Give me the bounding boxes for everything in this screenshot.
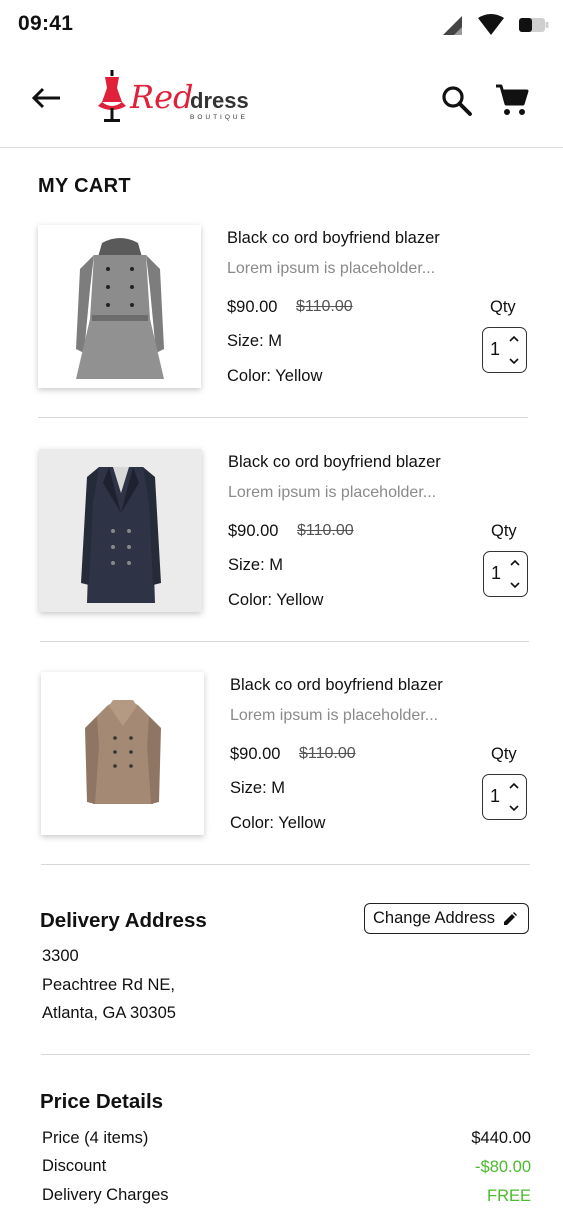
quantity-stepper[interactable]: 1 — [482, 327, 527, 373]
change-address-label: Change Address — [373, 909, 496, 927]
qty-value: 1 — [490, 339, 501, 359]
qty-label: Qty — [491, 522, 517, 540]
item-size: Size: M — [230, 779, 286, 797]
item-description: Lorem ipsum is placeholder... — [228, 484, 437, 501]
shopping-cart-icon — [496, 84, 529, 115]
item-description: Lorem ipsum is placeholder... — [230, 707, 439, 724]
item-color: Color: Yellow — [230, 814, 326, 832]
discount-value: -$80.00 — [475, 1158, 531, 1176]
item-size: Size: M — [228, 556, 284, 574]
brand-logo: Red dress BOUTIQUE — [94, 70, 254, 130]
logo-word-red: Red — [130, 78, 194, 116]
item-price: $90.00 — [228, 522, 279, 540]
discount-label: Discount — [42, 1157, 107, 1175]
dress-mannequin-icon — [98, 70, 126, 122]
qty-label: Qty — [491, 745, 517, 763]
chevron-up-icon[interactable] — [508, 333, 520, 345]
price-label: Price (4 items) — [42, 1129, 149, 1147]
search-button[interactable] — [440, 84, 474, 118]
address-line: 3300 — [42, 947, 79, 965]
item-name[interactable]: Black co ord boyfriend blazer — [228, 453, 441, 472]
back-button[interactable] — [28, 80, 64, 116]
logo-word-boutique: BOUTIQUE — [190, 114, 248, 121]
wifi-icon — [478, 14, 504, 35]
cart-item: Black co ord boyfriend blazer Lorem ipsu… — [41, 672, 533, 864]
search-icon — [442, 86, 472, 116]
signal-icon — [443, 16, 462, 35]
logo-word-dress: dress — [190, 88, 249, 113]
status-bar: 09:41 — [0, 0, 563, 52]
item-name[interactable]: Black co ord boyfriend blazer — [230, 676, 443, 695]
item-price: $90.00 — [227, 298, 278, 316]
battery-icon — [519, 18, 549, 32]
price-value: $440.00 — [471, 1129, 531, 1147]
chevron-down-icon[interactable] — [508, 355, 520, 367]
item-color: Color: Yellow — [227, 367, 323, 385]
cart-title: MY CART — [38, 175, 131, 197]
quantity-stepper[interactable]: 1 — [482, 774, 527, 820]
cart-item: Black co ord boyfriend blazer Lorem ipsu… — [38, 225, 530, 417]
quantity-stepper[interactable]: 1 — [483, 551, 528, 597]
chevron-down-icon[interactable] — [508, 802, 520, 814]
divider — [41, 864, 530, 865]
grey-peacoat-image[interactable] — [38, 225, 201, 388]
navy-blazer-image[interactable] — [39, 449, 202, 612]
qty-label: Qty — [490, 298, 516, 316]
item-old-price: $110.00 — [296, 298, 353, 315]
chevron-down-icon[interactable] — [509, 579, 521, 591]
item-color: Color: Yellow — [228, 591, 324, 609]
cart-item: Black co ord boyfriend blazer Lorem ipsu… — [39, 449, 531, 641]
qty-value: 1 — [491, 563, 502, 583]
address-line: Atlanta, GA 30305 — [42, 1004, 176, 1022]
app-header: Red dress BOUTIQUE — [0, 52, 563, 148]
delivery-address-heading: Delivery Address — [40, 909, 207, 932]
status-icons — [441, 14, 549, 36]
item-old-price: $110.00 — [299, 745, 356, 762]
address-line: Peachtree Rd NE, — [42, 976, 175, 994]
change-address-button[interactable]: Change Address — [364, 903, 529, 934]
item-price: $90.00 — [230, 745, 281, 763]
chevron-up-icon[interactable] — [509, 557, 521, 569]
price-details-heading: Price Details — [40, 1090, 164, 1113]
qty-value: 1 — [490, 786, 501, 806]
divider — [41, 1054, 530, 1055]
arrow-left-icon — [31, 87, 60, 109]
cart-button[interactable] — [494, 82, 530, 118]
item-name[interactable]: Black co ord boyfriend blazer — [227, 229, 440, 248]
item-description: Lorem ipsum is placeholder... — [227, 260, 436, 277]
pencil-icon — [504, 911, 518, 925]
item-size: Size: M — [227, 332, 283, 350]
delivery-charges-label: Delivery Charges — [42, 1186, 169, 1204]
divider — [38, 417, 528, 418]
tan-jacket-image[interactable] — [41, 672, 204, 835]
divider — [40, 641, 529, 642]
delivery-charges-value: FREE — [486, 1187, 531, 1205]
chevron-up-icon[interactable] — [508, 780, 520, 792]
status-time: 09:41 — [18, 12, 74, 35]
item-old-price: $110.00 — [297, 522, 354, 539]
